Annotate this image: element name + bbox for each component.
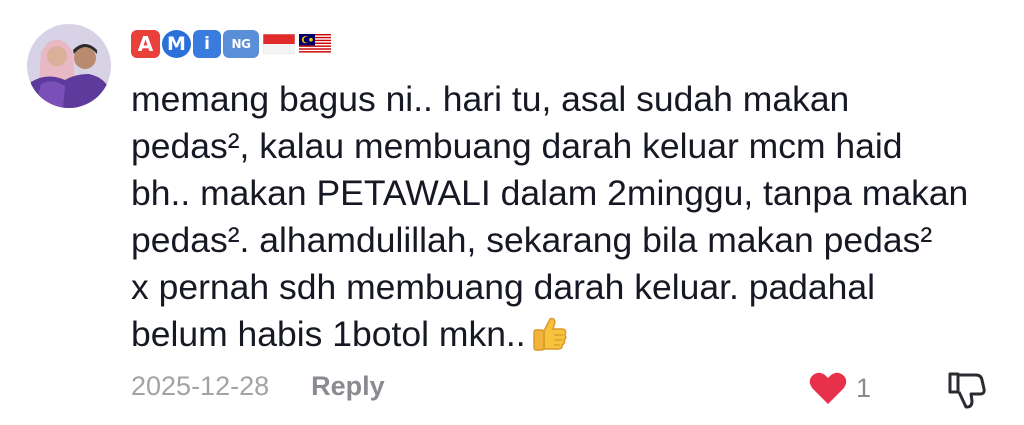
avatar[interactable] <box>27 24 111 108</box>
letters-ng-badge: NG <box>223 30 259 58</box>
comment-item: A M i NG memang bagus ni.. hari tu, asal… <box>0 0 1024 425</box>
letter-i-badge: i <box>193 30 221 58</box>
comment-line: bh.. makan PETAWALI dalam 2minggu, tanpa… <box>131 173 969 213</box>
comment-footer: 2025-12-28 Reply <box>131 371 385 402</box>
reply-button[interactable]: Reply <box>311 371 385 402</box>
comment-date: 2025-12-28 <box>131 371 270 401</box>
like-count: 1 <box>856 372 872 403</box>
comment-line: pedas², kalau membuang darah keluar mcm … <box>131 126 903 166</box>
letter-m-badge: M <box>162 30 191 58</box>
letter-a-badge: A <box>131 30 160 58</box>
comment-line: pedas². alhamdulillah, sekarang bila mak… <box>131 220 933 260</box>
comment-text: memang bagus ni.. hari tu, asal sudah ma… <box>131 76 1001 364</box>
thumbs-down-icon <box>948 372 986 409</box>
comment-line: memang bagus ni.. hari tu, asal sudah ma… <box>131 79 850 119</box>
malaysia-flag-icon <box>299 34 331 54</box>
heart-icon <box>809 372 847 404</box>
comment-line: x pernah sdh membuang darah keluar. pada… <box>131 267 876 307</box>
thumbs-up-icon <box>530 314 568 364</box>
comment-line: belum habis 1botol mkn.. <box>131 314 526 354</box>
dislike-button[interactable] <box>944 370 988 415</box>
like-button[interactable]: 1 <box>808 370 871 406</box>
indonesia-flag-icon <box>263 34 295 54</box>
username[interactable]: A M i NG <box>131 29 331 59</box>
